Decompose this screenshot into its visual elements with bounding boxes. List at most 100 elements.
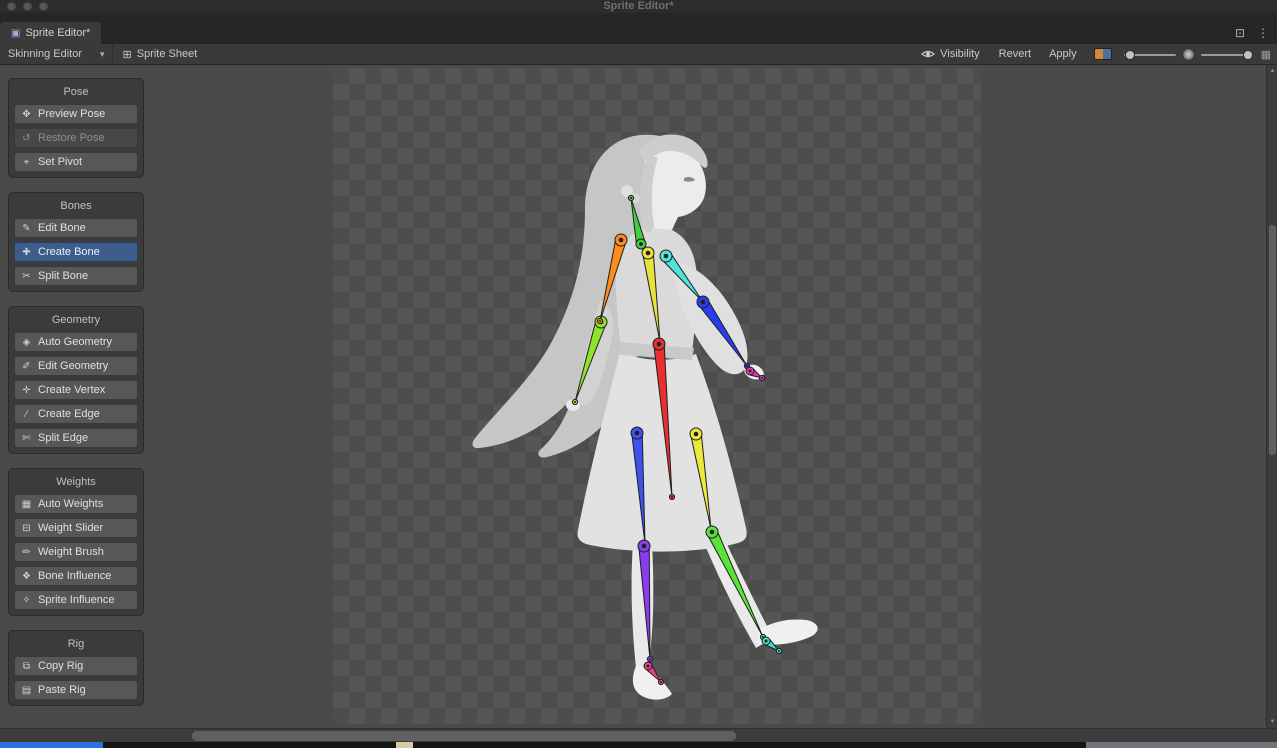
apply-button[interactable]: Apply [1040,44,1086,64]
tab-sprite-editor[interactable]: ▣ Sprite Editor* [0,22,102,44]
split-bone-icon: ✂ [22,270,31,282]
visibility-label: Visibility [940,48,980,60]
bone-influence-button[interactable]: ❖ Bone Influence [14,566,138,586]
desktop-strip [0,742,1277,748]
desktop-strip-tan [396,742,413,748]
panel-title: Bones [60,200,92,212]
canvas-viewport[interactable]: Pose ✥ Preview Pose ↺ Restore Pose ⌖ Set Pivot… [0,65,1277,728]
horizontal-scrollbar[interactable] [0,728,1277,742]
button-label: Split Edge [38,432,89,444]
paste-rig-icon: ▤ [21,684,32,696]
panel-rig: Rig ⧉ Copy Rig ▤ Paste Rig [8,630,144,706]
button-label: Auto Weights [38,498,104,510]
chevron-down-icon: ▾ [100,48,105,59]
edit-bone-button[interactable]: ✎ Edit Bone [14,218,138,238]
bone-influence-icon: ❖ [22,570,31,582]
restore-pose-icon: ↺ [22,132,31,144]
scroll-up-icon[interactable]: ▲ [1267,68,1277,74]
panel-title: Geometry [51,314,101,326]
panel-weights: Weights ▦ Auto Weights ⊟ Weight Slider ✏ Weigh… [8,468,144,616]
dock-layout-icon[interactable]: ⊡ [1235,26,1245,40]
button-label: Weight Brush [38,546,104,558]
panel-title: Rig [67,638,85,650]
auto-geometry-icon: ◈ [22,336,31,348]
button-label: Set Pivot [38,156,83,168]
vertical-scrollbar-thumb[interactable] [1269,225,1276,455]
sprite-influence-icon: ✧ [22,594,31,606]
weight-slider-button[interactable]: ⊟ Weight Slider [14,518,138,538]
revert-button[interactable]: Revert [990,44,1040,64]
set-pivot-button[interactable]: ⌖ Set Pivot [14,152,138,172]
horizontal-scrollbar-thumb[interactable] [192,731,736,741]
create-bone-icon: ✚ [22,246,31,258]
create-edge-icon: ∕ [25,408,28,420]
panel-pose: Pose ✥ Preview Pose ↺ Restore Pose ⌖ Set Pivot [8,78,144,178]
sprite-editor-tab-icon: ▣ [11,27,21,39]
zoom-slider-knob[interactable] [1242,49,1253,60]
auto-geometry-button[interactable]: ◈ Auto Geometry [14,332,138,352]
button-label: Create Vertex [38,384,106,396]
preview-pose-button[interactable]: ✥ Preview Pose [14,104,138,124]
sprite-sheet-label: Sprite Sheet [136,48,198,60]
visibility-button[interactable]: Visibility [911,44,990,64]
tab-bar: ▣ Sprite Editor* ⊡ ⋮ [0,13,1277,44]
preview-pose-icon: ✥ [22,108,31,120]
auto-weights-button[interactable]: ▦ Auto Weights [14,494,138,514]
panel-title: Pose [63,86,89,98]
eye-icon [921,50,936,58]
sprite-sheet-icon: ⊞ [122,48,132,61]
desktop-strip-gray [1086,742,1277,748]
mip-level-icon [1182,48,1194,60]
paste-rig-button[interactable]: ▤ Paste Rig [14,680,138,700]
titlebar: Sprite Editor* [0,0,1277,13]
button-label: Create Edge [38,408,100,420]
sidebar: Pose ✥ Preview Pose ↺ Restore Pose ⌖ Set Pivot… [8,78,144,706]
button-label: Copy Rig [38,660,84,672]
edit-geometry-button[interactable]: ✐ Edit Geometry [14,356,138,376]
editor-mode-dropdown[interactable]: Skinning Editor ▾ [0,44,113,64]
create-vertex-button[interactable]: ✛ Create Vertex [14,380,138,400]
set-pivot-icon: ⌖ [23,156,30,168]
desktop-strip-blue [0,742,103,748]
window-title: Sprite Editor* [603,0,674,12]
brightness-slider[interactable] [1123,44,1176,65]
weight-slider-icon: ⊟ [22,522,31,534]
create-vertex-icon: ✛ [22,384,31,396]
toolbar: Skinning Editor ▾ ⊞ Sprite Sheet Visibil… [0,44,1277,65]
split-edge-icon: ✄ [22,432,31,444]
button-label: Edit Bone [38,222,86,234]
sprite-sheet-button[interactable]: ⊞ Sprite Sheet [113,44,208,64]
button-label: Edit Geometry [38,360,109,372]
panel-bones: Bones ✎ Edit Bone ✚ Create Bone ✂ Split Bone [8,192,144,292]
vertical-scrollbar[interactable]: ▲ ▼ [1266,65,1277,728]
panel-geometry: Geometry ◈ Auto Geometry ✐ Edit Geometry ✛ Cre… [8,306,144,454]
color-channel-icon[interactable] [1093,48,1112,60]
tab-label: Sprite Editor* [25,27,91,39]
kebab-menu-icon[interactable]: ⋮ [1257,26,1269,40]
sprite-texture-bounds [333,68,981,724]
zoom-slider[interactable] [1200,44,1253,65]
button-label: Sprite Influence [38,594,115,606]
edit-bone-icon: ✎ [22,222,31,234]
edit-geometry-icon: ✐ [22,360,31,372]
weight-brush-icon: ✏ [22,546,31,558]
split-edge-button[interactable]: ✄ Split Edge [14,428,138,448]
mode-dropdown-label: Skinning Editor [8,48,82,60]
button-label: Preview Pose [38,108,106,120]
create-bone-button[interactable]: ✚ Create Bone [14,242,138,262]
copy-rig-button[interactable]: ⧉ Copy Rig [14,656,138,676]
button-label: Paste Rig [38,684,86,696]
copy-rig-icon: ⧉ [22,660,31,672]
weight-brush-button[interactable]: ✏ Weight Brush [14,542,138,562]
button-label: Bone Influence [38,570,112,582]
sprite-influence-button[interactable]: ✧ Sprite Influence [14,590,138,610]
button-label: Auto Geometry [38,336,112,348]
button-label: Split Bone [38,270,89,282]
create-edge-button[interactable]: ∕ Create Edge [14,404,138,424]
split-bone-button[interactable]: ✂ Split Bone [14,266,138,286]
button-label: Weight Slider [38,522,104,534]
brightness-slider-knob[interactable] [1125,49,1136,60]
scroll-down-icon[interactable]: ▼ [1267,719,1277,725]
button-label: Create Bone [38,246,100,258]
restore-pose-button[interactable]: ↺ Restore Pose [14,128,138,148]
